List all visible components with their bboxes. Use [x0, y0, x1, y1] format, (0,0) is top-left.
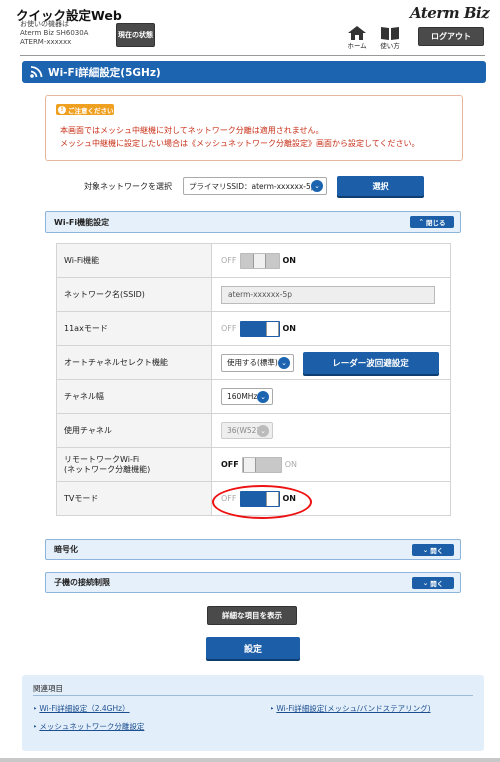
footer-bar	[0, 758, 500, 762]
used-channel-select: 36(W52) ⌄	[221, 422, 273, 439]
11ax-mode-label: 11axモード	[56, 311, 212, 346]
auto-channel-label: オートチャネルセレクト機能	[56, 345, 212, 380]
remote-work-label-1: リモートワークWi-Fi	[64, 454, 140, 464]
help-button[interactable]: 使い方	[378, 26, 402, 50]
expand-button[interactable]: ⌄ 開く	[412, 576, 454, 589]
table-row: ネットワーク名(SSID) aterm-xxxxxx-5p	[56, 277, 451, 312]
wifi-settings-table: Wi-Fi機能 OFF ON ネットワーク名(SSID) aterm-xxxxx…	[56, 243, 451, 516]
toggle-on-label: ON	[284, 460, 298, 469]
logout-button[interactable]: ログアウト	[418, 27, 484, 46]
related-link-label[interactable]: Wi-Fi詳細設定(メッシュ/バンドステアリング)	[276, 704, 430, 713]
chevron-down-icon: ⌄	[422, 578, 429, 587]
table-row: 使用チャネル 36(W52) ⌄	[56, 413, 451, 448]
encryption-header[interactable]: 暗号化 ⌄ 開く	[45, 539, 461, 560]
used-channel-value: 36(W52)	[227, 426, 260, 435]
channel-width-label: チャネル幅	[56, 379, 212, 414]
wifi-function-toggle[interactable]: OFF ON	[221, 252, 297, 269]
toggle-on-label: ON	[282, 256, 297, 265]
table-row: リモートワークWi-Fi (ネットワーク分離機能) OFF ON	[56, 447, 451, 482]
ssid-label: ネットワーク名(SSID)	[56, 277, 212, 312]
related-title: 関連項目	[33, 684, 63, 693]
collapse-button[interactable]: ⌃ 閉じる	[410, 216, 454, 228]
wifi-icon	[30, 66, 43, 78]
remote-work-toggle[interactable]: OFF ON	[221, 456, 298, 473]
chevron-down-icon: ⌄	[257, 424, 269, 437]
remote-work-label: リモートワークWi-Fi (ネットワーク分離機能)	[56, 447, 212, 482]
toggle-off-label: OFF	[221, 324, 237, 333]
submit-button[interactable]: 設定	[206, 637, 300, 659]
notice-line-2: メッシュ中継機に設定したい場合は《メッシュネットワーク分離設定》画面から設定して…	[60, 139, 420, 148]
encryption-title: 暗号化	[54, 545, 78, 554]
expand-label: 開く	[430, 546, 444, 555]
toggle-on-label: ON	[282, 324, 297, 333]
table-row: オートチャネルセレクト機能 使用する(標準) ⌄ レーダー波回避設定	[56, 345, 451, 380]
help-label: 使い方	[380, 42, 400, 50]
network-select-label: 対象ネットワークを選択	[84, 182, 172, 191]
table-row: チャネル幅 160MHz ⌄	[56, 379, 451, 414]
radar-avoid-button[interactable]: レーダー波回避設定	[302, 351, 439, 374]
expand-label: 開く	[430, 579, 444, 588]
header-divider	[20, 55, 485, 56]
related-link-label[interactable]: Wi-Fi詳細設定（2.4GHz）	[39, 704, 129, 713]
related-link-24ghz[interactable]: ‣ Wi-Fi詳細設定（2.4GHz）	[33, 703, 130, 714]
access-limit-header[interactable]: 子機の接続制限 ⌄ 開く	[45, 572, 461, 593]
11ax-mode-toggle[interactable]: OFF ON	[221, 320, 297, 337]
book-icon	[381, 27, 399, 40]
notice-badge: ! ご注意ください	[56, 104, 114, 115]
notice-badge-label: ご注意ください	[68, 106, 114, 115]
table-row: 11axモード OFF ON	[56, 311, 451, 346]
current-status-button[interactable]: 現在の状態	[116, 23, 155, 47]
access-limit-title: 子機の接続制限	[54, 578, 110, 587]
show-details-button[interactable]: 詳細な項目を表示	[207, 606, 297, 625]
chevron-down-icon: ⌄	[422, 545, 429, 554]
auto-channel-value: 使用する(標準)	[227, 358, 278, 367]
network-select[interactable]: プライマリSSID：aterm-xxxxxx-5p ⌄	[183, 177, 327, 195]
toggle-off-label: OFF	[221, 256, 237, 265]
chevron-down-icon: ⌄	[257, 390, 269, 403]
channel-width-value: 160MHz	[227, 392, 258, 401]
device-info: お使いの機器は Aterm Biz SH6030A ATERM-xxxxxx	[20, 20, 88, 47]
info-icon: !	[58, 105, 66, 114]
wifi-function-title: Wi-Fi機能設定	[54, 217, 110, 227]
home-button[interactable]: ホーム	[346, 26, 368, 50]
page-title-bar: Wi-Fi詳細設定(5GHz)	[22, 61, 486, 83]
notice-line-1: 本画面ではメッシュ中継機に対してネットワーク分離は適用されません。	[60, 126, 324, 135]
tv-mode-label: TVモード	[56, 481, 212, 516]
toggle-switch[interactable]	[239, 320, 280, 337]
aterm-biz-logo: Aterm Biz	[410, 4, 490, 22]
channel-width-select[interactable]: 160MHz ⌄	[221, 388, 273, 405]
related-link-mesh[interactable]: ‣ Wi-Fi詳細設定(メッシュ/バンドステアリング)	[270, 703, 431, 714]
highlight-circle	[212, 485, 312, 519]
toggle-off-label: OFF	[221, 460, 239, 469]
chevron-down-icon: ⌄	[278, 356, 290, 369]
page-title: Wi-Fi詳細設定(5GHz)	[48, 66, 161, 79]
chevron-up-icon: ⌃	[418, 218, 424, 226]
toggle-switch[interactable]	[239, 252, 280, 269]
chevron-down-icon: ⌄	[311, 180, 323, 192]
select-network-button[interactable]: 選択	[337, 176, 424, 196]
ssid-field[interactable]: aterm-xxxxxx-5p	[221, 285, 435, 304]
home-icon	[348, 26, 366, 40]
collapse-label: 閉じる	[425, 219, 446, 227]
device-id: ATERM-xxxxxx	[20, 38, 72, 46]
related-link-mesh-isolation[interactable]: ‣ メッシュネットワーク分離設定	[33, 721, 144, 732]
device-caption: お使いの機器は	[20, 20, 69, 28]
remote-work-label-2: (ネットワーク分離機能)	[64, 464, 151, 474]
related-divider	[33, 695, 473, 696]
wifi-function-header[interactable]: Wi-Fi機能設定 ⌃ 閉じる	[45, 211, 461, 233]
related-link-label[interactable]: メッシュネットワーク分離設定	[39, 722, 144, 731]
used-channel-label: 使用チャネル	[56, 413, 212, 448]
toggle-switch[interactable]	[241, 456, 282, 473]
notice-text: 本画面ではメッシュ中継機に対してネットワーク分離は適用されません。 メッシュ中継…	[60, 124, 420, 150]
table-row: Wi-Fi機能 OFF ON	[56, 243, 451, 278]
wifi-function-label: Wi-Fi機能	[56, 243, 212, 278]
device-model: Aterm Biz SH6030A	[20, 29, 89, 37]
network-select-value: プライマリSSID：aterm-xxxxxx-5p	[189, 181, 316, 191]
expand-button[interactable]: ⌄ 開く	[412, 543, 454, 556]
home-label: ホーム	[347, 42, 367, 50]
auto-channel-select[interactable]: 使用する(標準) ⌄	[221, 353, 294, 372]
